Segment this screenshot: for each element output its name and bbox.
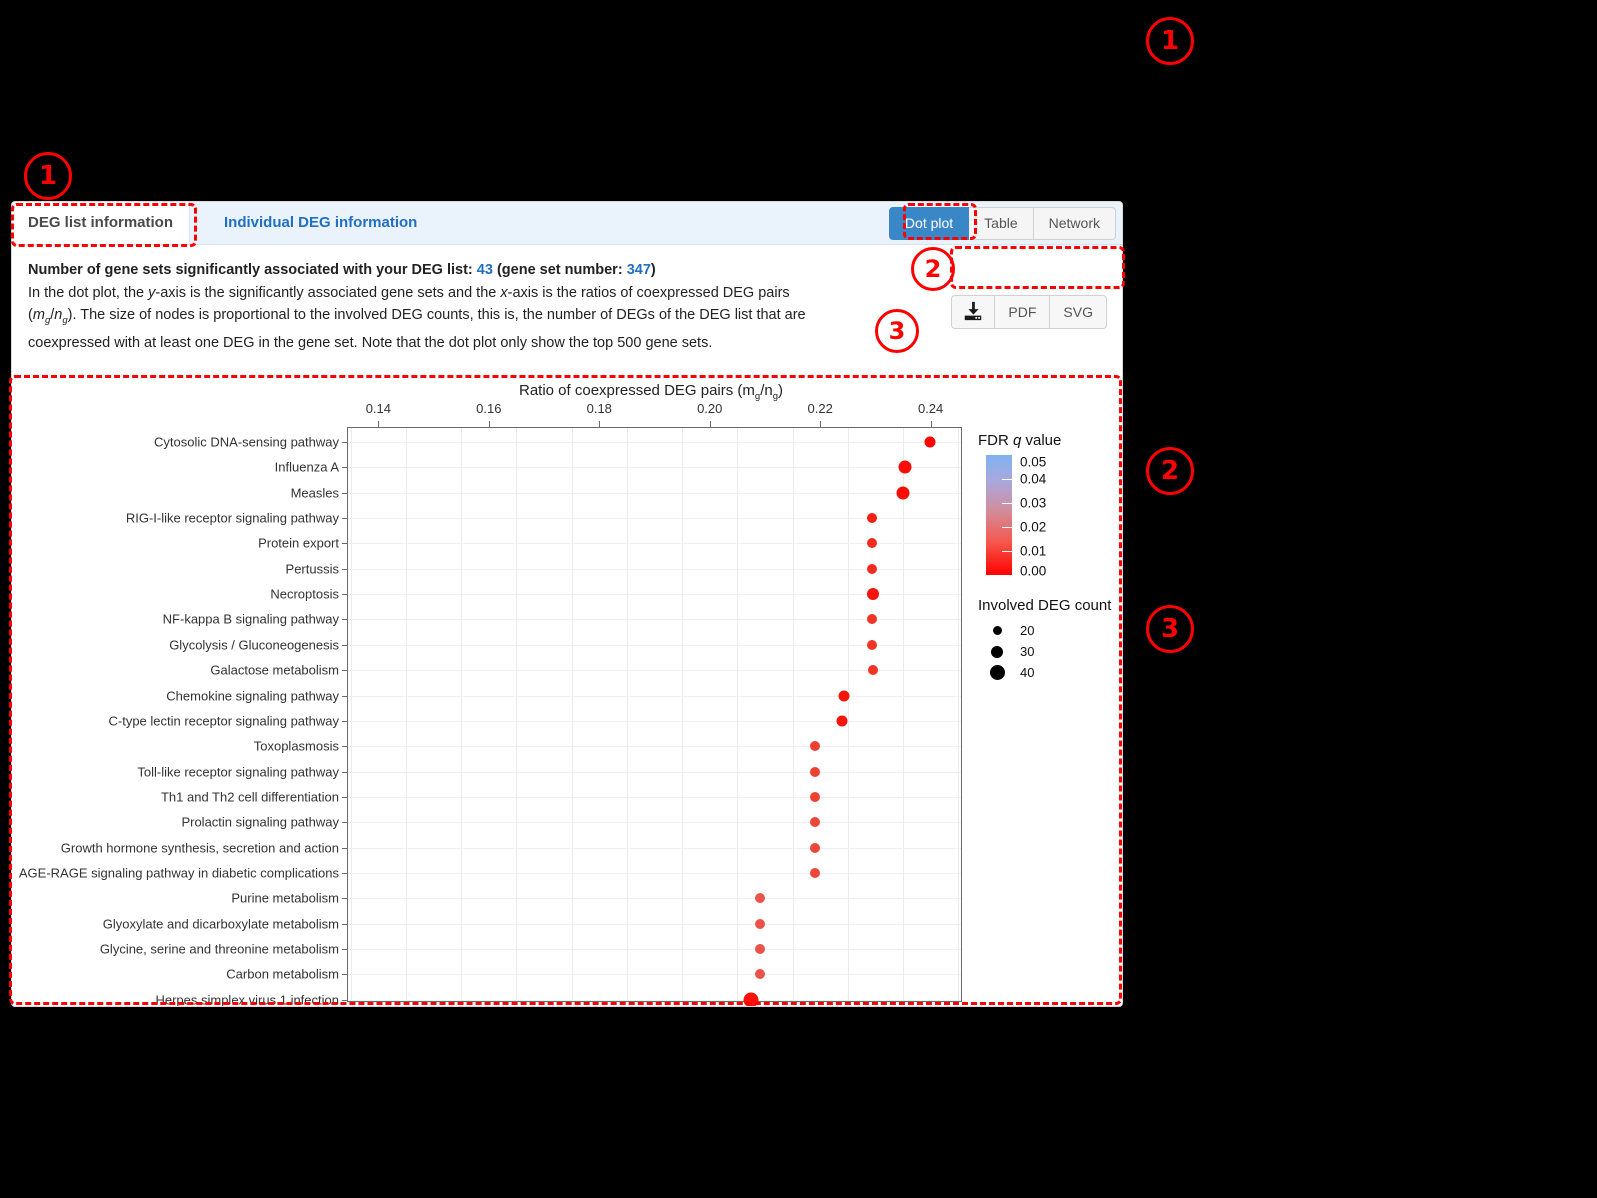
annotation-marker-4: 3: [875, 309, 919, 353]
annotation-marker-6: 3: [1146, 605, 1194, 653]
desc-x-italic: x: [500, 285, 507, 301]
annotation-marker-5: 2: [1146, 447, 1194, 495]
summary-mid: (gene set number:: [497, 262, 623, 278]
annotation-marker-1: 1: [1146, 17, 1194, 65]
annotation-marker-3: 2: [911, 247, 955, 291]
highlight-view-button-dot-plot: [903, 203, 977, 240]
download-button[interactable]: [951, 295, 995, 329]
desc-m-italic: m: [33, 307, 45, 323]
highlight-dot-plot-area: [9, 375, 1122, 1005]
highlight-tab-deg-list-information: [11, 203, 197, 247]
desc-part-1: In the dot plot, the: [28, 285, 144, 301]
export-button-group: PDF SVG: [951, 295, 1107, 329]
significant-gene-set-count: 43: [477, 262, 493, 278]
dot-plot-description: In the dot plot, the y-axis is the signi…: [28, 282, 818, 355]
annotation-marker-2: 1: [24, 152, 72, 200]
export-pdf-button[interactable]: PDF: [995, 295, 1050, 329]
desc-part-2: -axis is the significantly associated ge…: [155, 285, 496, 301]
export-svg-button[interactable]: SVG: [1050, 295, 1107, 329]
download-icon: [962, 300, 984, 325]
summary-suffix: ): [651, 262, 656, 278]
total-gene-set-number: 347: [627, 262, 651, 278]
tab-individual-deg-information[interactable]: Individual DEG information: [208, 202, 433, 244]
view-button-network[interactable]: Network: [1034, 207, 1116, 240]
view-button-table[interactable]: Table: [969, 207, 1033, 240]
desc-part-4: ). The size of nodes is proportional to …: [28, 307, 806, 351]
highlight-export-button-group: [950, 246, 1125, 289]
summary-prefix: Number of gene sets significantly associ…: [28, 262, 473, 278]
